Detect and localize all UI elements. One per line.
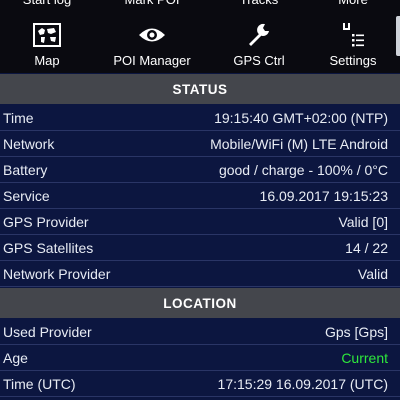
status-key: Time (3, 110, 34, 126)
status-row-gps-satellites: GPS Satellites 14 / 22 (0, 236, 400, 261)
location-key: Age (3, 350, 28, 366)
top-action-row: Start log Mark POI Tracks More (0, 0, 400, 9)
location-value: Gps [Gps] (324, 324, 388, 340)
location-row-time-utc: Time (UTC) 17:15:29 16.09.2017 (UTC) (0, 372, 400, 397)
status-row-service: Service 16.09.2017 19:15:23 (0, 184, 400, 209)
location-row-age: Age Current (0, 346, 400, 371)
poi-manager-label: POI Manager (113, 53, 191, 68)
settings-label: Settings (329, 53, 377, 68)
wrench-icon (209, 20, 309, 50)
location-section-header: LOCATION (0, 288, 400, 318)
more-button[interactable]: More (303, 0, 400, 9)
location-row-used-provider: Used Provider Gps [Gps] (0, 320, 400, 345)
gps-ctrl-button[interactable]: GPS Ctrl (209, 14, 309, 73)
status-row-network-provider: Network Provider Valid (0, 262, 400, 287)
status-key: Network (3, 136, 55, 152)
status-value: Valid [0] (338, 214, 388, 230)
map-icon (0, 20, 97, 50)
status-value: Mobile/WiFi (M) LTE Android (210, 136, 388, 152)
status-key: Network Provider (3, 266, 111, 282)
status-key: Service (3, 188, 50, 204)
status-key: GPS Provider (3, 214, 89, 230)
status-value: 16.09.2017 19:15:23 (259, 188, 388, 204)
location-key: Used Provider (3, 324, 92, 340)
top-toolbar: Start log Mark POI Tracks More Map POI M… (0, 0, 400, 73)
start-log-button[interactable]: Start log (0, 0, 97, 9)
status-value: 14 / 22 (345, 240, 388, 256)
status-row-gps-provider: GPS Provider Valid [0] (0, 210, 400, 235)
status-key: GPS Satellites (3, 240, 94, 256)
mark-poi-button[interactable]: Mark POI (102, 0, 202, 9)
location-value: 17:15:29 16.09.2017 (UTC) (217, 376, 388, 392)
status-section-header: STATUS (0, 74, 400, 104)
settings-button[interactable]: Settings (303, 14, 400, 73)
age-status-value: Current (341, 350, 388, 366)
location-key: Time (UTC) (3, 376, 76, 392)
eye-icon (102, 20, 202, 50)
settings-list-icon (303, 20, 400, 50)
status-row-battery: Battery good / charge - 100% / 0°C (0, 158, 400, 183)
status-row-time: Time 19:15:40 GMT+02:00 (NTP) (0, 106, 400, 131)
map-button[interactable]: Map (0, 14, 97, 73)
status-row-network: Network Mobile/WiFi (M) LTE Android (0, 132, 400, 157)
scroll-edge-indicator (396, 16, 400, 56)
status-value: good / charge - 100% / 0°C (218, 162, 388, 178)
map-label: Map (34, 53, 60, 68)
status-value: 19:15:40 GMT+02:00 (NTP) (214, 110, 388, 126)
poi-manager-button[interactable]: POI Manager (102, 14, 202, 73)
status-key: Battery (3, 162, 48, 178)
status-value: Valid (357, 266, 388, 282)
tracks-button[interactable]: Tracks (209, 0, 309, 9)
gps-ctrl-label: GPS Ctrl (233, 53, 285, 68)
